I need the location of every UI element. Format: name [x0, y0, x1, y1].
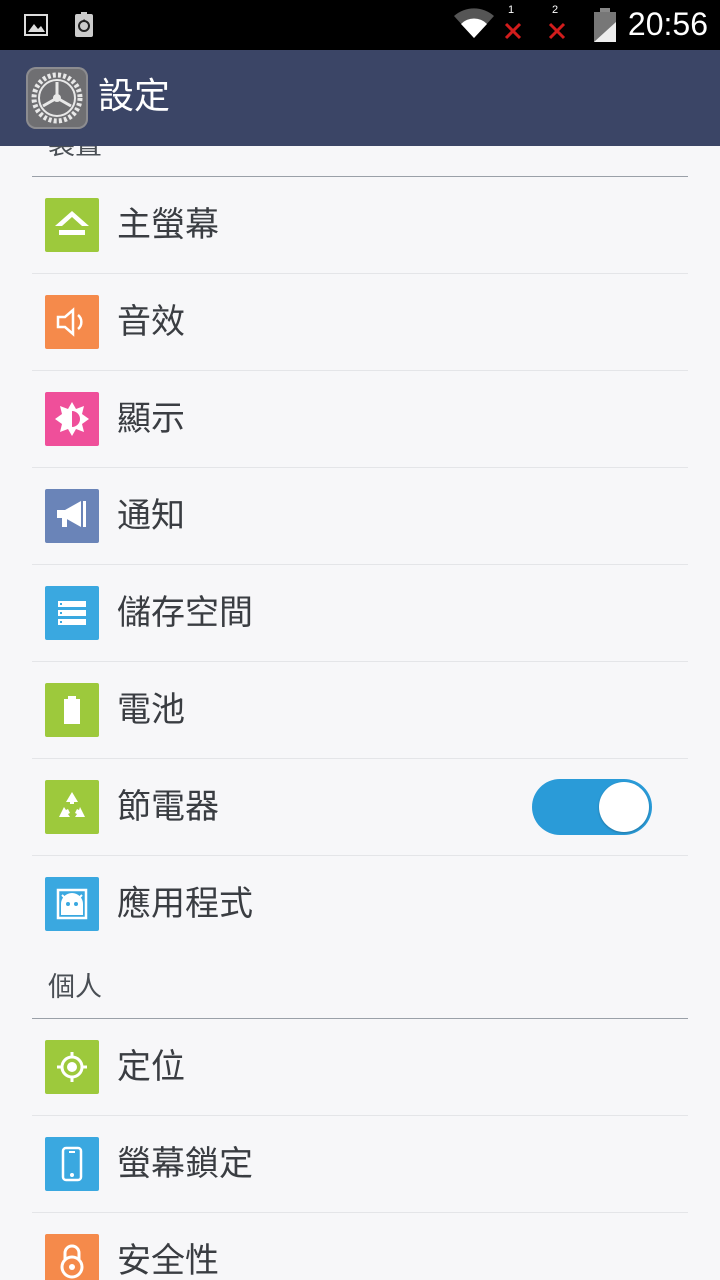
brightness-icon: [45, 392, 99, 446]
sim1-label: 1: [508, 4, 515, 16]
lock-icon: [45, 1234, 99, 1280]
toggle-knob: [599, 782, 649, 832]
settings-item-power-saver[interactable]: 節電器: [32, 759, 688, 856]
settings-item-apps[interactable]: 應用程式: [32, 856, 688, 952]
phone-lock-icon: [45, 1137, 99, 1191]
settings-item-screen-lock[interactable]: 螢幕鎖定: [32, 1116, 688, 1213]
location-icon: [45, 1040, 99, 1094]
image-icon: [24, 12, 48, 38]
sim2-label: 2: [552, 4, 559, 16]
settings-item-label: 通知: [117, 496, 185, 536]
megaphone-icon: [45, 489, 99, 543]
settings-list[interactable]: 裝置 主螢幕 音效: [0, 146, 720, 1280]
wifi-icon: [452, 6, 496, 44]
section-header-label: 個人: [48, 972, 102, 1003]
status-time: 20:56: [627, 6, 708, 42]
settings-item-label: 儲存空間: [117, 593, 253, 633]
settings-item-display[interactable]: 顯示: [32, 371, 688, 468]
settings-item-location[interactable]: 定位: [32, 1019, 688, 1116]
settings-item-home[interactable]: 主螢幕: [32, 177, 688, 274]
settings-gear-icon[interactable]: [26, 67, 88, 129]
section-header-label: 裝置: [48, 146, 102, 162]
settings-item-label: 螢幕鎖定: [117, 1144, 253, 1184]
app-bar: 設定: [0, 50, 720, 146]
settings-item-label: 顯示: [117, 399, 185, 439]
page-title: 設定: [98, 76, 171, 117]
section-header-device: 裝置: [32, 146, 688, 177]
settings-item-storage[interactable]: 儲存空間: [32, 565, 688, 662]
settings-item-label: 音效: [117, 302, 185, 342]
apps-icon: [45, 877, 99, 931]
section-header-personal: 個人: [32, 952, 688, 1019]
recycle-icon: [45, 780, 99, 834]
power-saver-toggle[interactable]: [532, 779, 652, 835]
home-icon: [45, 198, 99, 252]
battery-charging-icon: [592, 8, 618, 46]
no-signal-sim1-icon: 1: [500, 4, 524, 44]
settings-item-security[interactable]: 安全性: [32, 1213, 688, 1280]
speaker-icon: [45, 295, 99, 349]
settings-item-label: 主螢幕: [117, 205, 219, 245]
no-signal-sim2-icon: 2: [544, 4, 568, 44]
settings-item-notifications[interactable]: 通知: [32, 468, 688, 565]
settings-item-label: 定位: [117, 1047, 185, 1087]
settings-item-label: 節電器: [117, 787, 219, 827]
recycle-notification-icon: [72, 12, 96, 38]
settings-item-label: 應用程式: [117, 884, 253, 924]
battery-icon: [45, 683, 99, 737]
settings-item-label: 安全性: [117, 1241, 219, 1280]
settings-item-battery[interactable]: 電池: [32, 662, 688, 759]
settings-item-label: 電池: [117, 690, 185, 730]
storage-icon: [45, 586, 99, 640]
status-bar: 1 2 20:56: [0, 0, 720, 50]
settings-item-sound[interactable]: 音效: [32, 274, 688, 371]
